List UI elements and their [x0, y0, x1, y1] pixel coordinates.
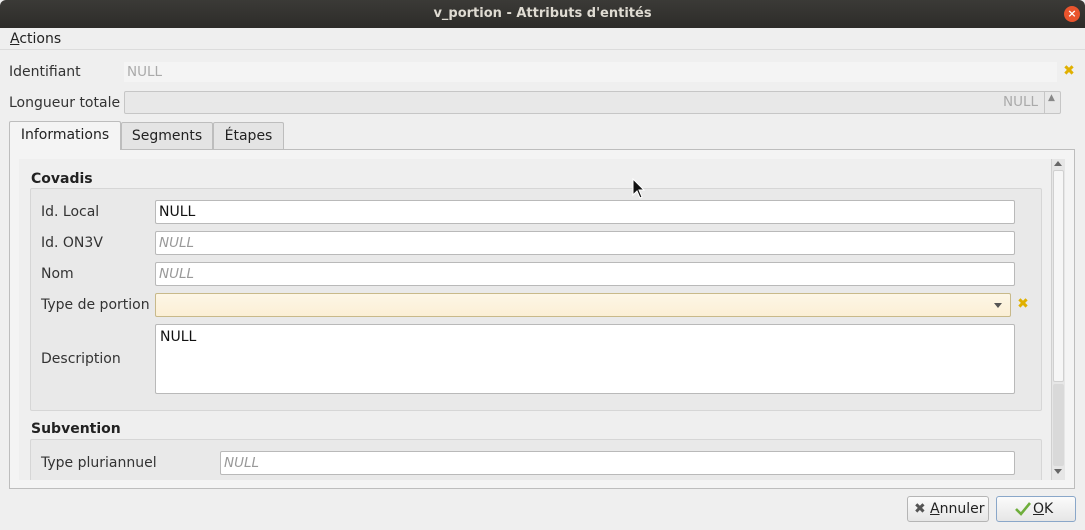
tab-segments[interactable]: Segments [121, 122, 213, 149]
longueur-totale-value: NULL [1002, 94, 1038, 110]
tab-informations[interactable]: Informations [9, 121, 121, 150]
mouse-cursor-icon [632, 178, 646, 199]
description-textarea[interactable]: NULL [155, 324, 1015, 394]
type-pluriannuel-input[interactable]: NULL [220, 451, 1015, 475]
identifiant-field[interactable]: NULL [124, 62, 1057, 82]
scroll-up-arrow-icon[interactable] [1054, 161, 1062, 166]
ok-label: K [1044, 501, 1054, 517]
nom-input[interactable]: NULL [155, 262, 1015, 286]
id-on3v-label: Id. ON3V [41, 235, 103, 251]
cancel-x-icon: ✖ [914, 501, 926, 517]
id-local-input[interactable]: NULL [155, 200, 1015, 224]
covadis-group-title: Covadis [31, 171, 93, 187]
cancel-button[interactable]: ✖ Annuler [907, 496, 989, 522]
identifiant-clear-icon[interactable]: ✖ [1061, 61, 1077, 81]
menu-actions[interactable]: Actions [10, 30, 61, 48]
type-pluriannuel-label: Type pluriannuel [41, 455, 157, 471]
ok-button[interactable]: OK [996, 496, 1076, 522]
close-button[interactable]: × [1064, 6, 1080, 22]
vertical-scrollbar[interactable] [1051, 159, 1065, 480]
window-title: v_portion - Attributs d'entités [433, 6, 652, 21]
menu-actions-label: ctions [19, 31, 62, 47]
scrollbar-track[interactable] [1053, 170, 1064, 382]
close-icon: × [1067, 7, 1077, 20]
menu-actions-mnemonic: A [10, 31, 20, 47]
checkmark-icon [1015, 502, 1031, 516]
longueur-totale-label: Longueur totale [9, 95, 121, 111]
form-scroll-area[interactable]: Covadis Id. Local NULL Id. ON3V NULL Nom… [19, 159, 1051, 480]
scrollbar-thumb[interactable] [1053, 384, 1064, 466]
type-portion-select[interactable] [155, 293, 1011, 317]
longueur-totale-field[interactable]: NULL ▲ [124, 91, 1061, 114]
ok-mnemonic: O [1033, 501, 1045, 517]
tab-etapes[interactable]: Étapes [213, 122, 284, 149]
subvention-group-title: Subvention [31, 421, 121, 437]
description-label: Description [41, 351, 121, 367]
menu-bar [0, 28, 1085, 50]
spin-box[interactable]: ▲ [1044, 92, 1060, 113]
chevron-down-icon [994, 303, 1002, 308]
cancel-label: nnuler [939, 501, 985, 517]
nom-label: Nom [41, 266, 74, 282]
type-portion-clear-icon[interactable]: ✖ [1015, 294, 1031, 314]
spin-up-icon[interactable]: ▲ [1048, 94, 1055, 103]
id-on3v-input[interactable]: NULL [155, 231, 1015, 255]
cancel-mnemonic: A [930, 501, 940, 517]
id-local-label: Id. Local [41, 204, 100, 220]
scroll-down-arrow-icon[interactable] [1054, 469, 1062, 474]
type-portion-label: Type de portion [41, 297, 150, 313]
identifiant-label: Identifiant [9, 64, 81, 80]
